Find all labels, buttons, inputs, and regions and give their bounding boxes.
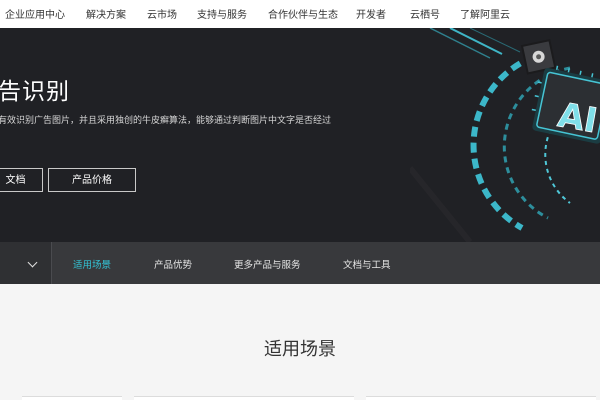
nav-item-about[interactable]: 了解阿里云	[460, 6, 510, 21]
product-subnav: 适用场景 产品优势 更多产品与服务 文档与工具	[0, 242, 600, 284]
nav-item-solutions[interactable]: 解决方案	[86, 6, 126, 21]
subnav-menu-toggle[interactable]	[0, 242, 52, 284]
hero-description: 有效识别广告图片，并且采用独创的牛皮癣算法，能够通过判断图片中文字是否经过	[0, 116, 332, 126]
hero-banner: 告识别 有效识别广告图片，并且采用独创的牛皮癣算法，能够通过判断图片中文字是否经…	[0, 28, 600, 242]
nav-item-support[interactable]: 支持与服务	[197, 6, 247, 21]
ai-chip-label: AI	[555, 95, 600, 141]
scenario-card[interactable]	[366, 396, 596, 400]
tab-docs-tools[interactable]: 文档与工具	[343, 257, 391, 271]
nav-item-marketplace[interactable]: 云市场	[147, 6, 177, 21]
tab-advantages[interactable]: 产品优势	[154, 257, 192, 271]
tab-more-products[interactable]: 更多产品与服务	[234, 257, 301, 271]
section-title: 适用场景	[264, 339, 336, 360]
nav-item-yunqi[interactable]: 云栖号	[410, 6, 440, 21]
product-price-button[interactable]: 产品价格	[48, 168, 136, 192]
nav-item-partners[interactable]: 合作伙伴与生态	[268, 6, 338, 21]
chevron-down-icon	[27, 257, 38, 268]
ai-chip-illustration: AI	[410, 28, 600, 242]
scenario-card[interactable]	[134, 396, 354, 400]
nav-item-enterprise-apps[interactable]: 企业应用中心	[5, 6, 65, 21]
hero-title: 告识别	[0, 79, 70, 105]
nav-item-developers[interactable]: 开发者	[356, 6, 386, 21]
scenario-card[interactable]	[22, 396, 122, 400]
top-navigation: 企业应用中心 解决方案 云市场 支持与服务 合作伙伴与生态 开发者 云栖号 了解…	[0, 0, 600, 29]
docs-button[interactable]: 文档	[0, 168, 43, 192]
tab-scenarios[interactable]: 适用场景	[73, 257, 111, 271]
